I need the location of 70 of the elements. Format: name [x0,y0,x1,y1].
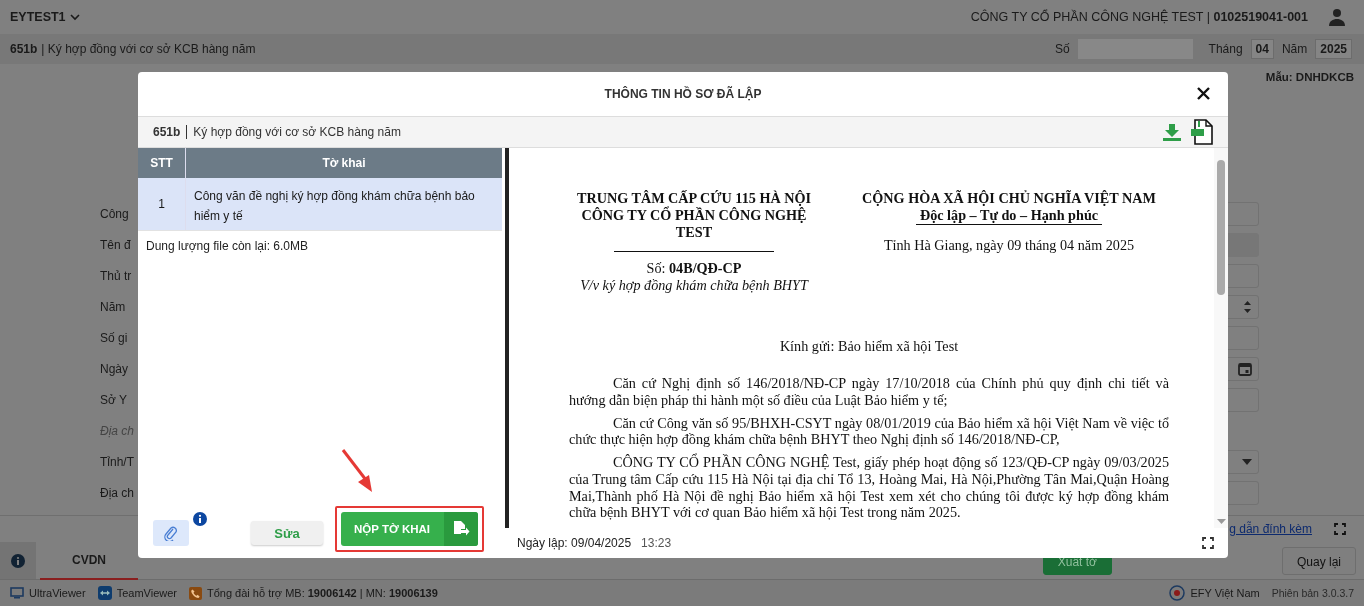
company-name: CÔNG TY CỔ PHẦN CÔNG NGHỆ TEST | 0102519041-001 [970,10,1308,24]
dialog-title: THÔNG TIN HỒ SƠ ĐÃ LẬP [604,87,762,101]
company-logo-icon [1169,585,1186,601]
action-button[interactable]: Quay lại [1281,547,1356,575]
status-text: Tổng đài hỗ trợ MB: 19006142 | MN: 19006139 [207,587,438,599]
form-label: Số gi [100,330,128,345]
paperclip-icon [164,525,178,541]
file-send-icon [452,520,471,538]
scrollbar-thumb[interactable] [1217,160,1225,295]
form-code: 651b [10,42,38,56]
info-icon [11,553,25,568]
user-icon[interactable] [1328,8,1346,26]
form-label: Thủ tr [100,268,132,283]
teamviewer-icon[interactable] [97,586,112,600]
calendar-icon[interactable] [1238,361,1252,376]
xml-file-icon[interactable] [1190,119,1214,145]
document-number: Số: 04B/QĐ-CP [645,260,743,278]
caret-down-icon[interactable] [1242,458,1252,465]
document-subject: V/v ký hợp đồng khám chữa bệnh BHYT [579,277,810,295]
month-label: Tháng [1208,42,1243,56]
form-label: Địa ch [100,423,134,438]
edit-button[interactable]: Sửa [251,521,323,545]
document-paragraph: CÔNG TY CỔ PHẦN CÔNG NGHỆ Test, giấy phép hoạt động số 123/QĐ-CP ngày 09/03/2025 của Trung tâm Cấp cứu 115 Hà Nội tại địa chỉ Tổ 13, Hoàng Mai, Hà Nội,Phường Tân Mai,Quận Hoàng Mai,Thành phố Hà Nội đề nghị Bảo hiểm xã hội Test xem xét cho chúng tôi được ký hợp đồng khám chữa bệnh BHYT với cơ quan Bảo hiểm xã hội Test trong năm 2025. [569,454,1169,522]
phone-icon[interactable] [189,586,202,600]
version-text: Phiên bản 3.0.3.7 [1271,587,1354,599]
monitor-icon[interactable] [10,587,24,599]
brand-name: EFY Việt Nam [1190,587,1260,599]
organization-name: TRUNG TÂM CẤP CỨU 115 HÀ NỘI CÔNG TY CỔ PHẦN CÔNG NGHỆ TEST [575,190,813,242]
status-text: TeamViewer [116,587,177,599]
table-cell: 1 [138,178,186,230]
form-label: Tỉnh/T [100,454,134,469]
submit-button[interactable]: NỘP TỜ KHAI [341,512,479,546]
form-label: Địa ch [100,485,134,500]
form-label: Ngày [100,361,128,376]
table-cell-text: Công văn đề nghị ký hợp đồng khám chữa bệnh bảo hiểm y tế [193,188,476,225]
created-time: 13:23 [641,536,672,550]
motto: Độc lập – Tự do – Hạnh phúc [915,207,1103,226]
form-title: | Ký hợp đồng với cơ sở KCB hàng năm [41,42,256,56]
recipient-line: Kính gửi: Bảo hiểm xã hội Test [778,338,960,356]
nation-title: CỘNG HÒA XÃ HỘI CHỦ NGHĨA VIỆT NAM [861,190,1157,208]
form-label: Sở Y [100,392,127,407]
month-field[interactable]: 04 [1250,39,1274,59]
scrollbar[interactable] [1214,148,1228,528]
spinner-arrows-icon[interactable] [1243,299,1252,314]
document-paragraph: Căn cứ Nghị định số 146/2018/NĐ-CP ngày 17/10/2018 của Chính phủ quy định chi tiết và hướng dẫn biện pháp thi hành một số điều của Luật Bảo hiểm y tế; [569,375,1169,409]
download-icon[interactable] [1162,123,1182,141]
document-paragraph: Căn cứ Công văn số 95/BHXH-CSYT ngày 08/01/2019 của Bảo hiểm xã hội Việt Nam về việc tổ chức thực hiện hợp đồng khám chữa bệnh BHYT theo Nghị định số 146/2018/NĐ-CP, [569,414,1169,449]
chevron-down-icon[interactable] [69,13,80,21]
account-name[interactable]: EYTEST1 [10,10,66,24]
info-button[interactable] [0,542,36,579]
close-icon[interactable] [1197,87,1210,100]
info-icon[interactable] [193,512,207,526]
fullscreen-icon[interactable] [1202,537,1214,549]
form-label: Năm [100,299,126,314]
template-code: Mẫu: DNHDKCB [1265,71,1354,83]
place-date: Tỉnh Hà Giang, ngày 09 tháng 04 năm 2025 [882,237,1136,255]
form-title: Ký hợp đồng với cơ sở KCB hàng năm [193,125,401,139]
guide-link[interactable]: g dẫn đính kèm [1229,522,1312,536]
form-label: Công [100,206,129,221]
file-quota-text: Dung lượng file còn lại: 6.0MB [146,239,308,253]
created-date: Ngày lập: 09/04/2025 [517,536,632,550]
column-header: Tờ khai [321,155,367,172]
scroll-down-icon[interactable] [1217,519,1226,524]
form-label: Tên đ [100,237,131,252]
year-label: Năm [1281,42,1308,56]
form-code: 651b [153,125,181,139]
status-text: UltraViewer [29,587,86,599]
table-row[interactable]: 1 Công văn đề nghị ký hợp đồng khám chữa bệnh bảo hiểm y tế [138,178,502,231]
year-field[interactable]: 2025 [1315,39,1352,59]
number-label: Số [1054,42,1070,56]
